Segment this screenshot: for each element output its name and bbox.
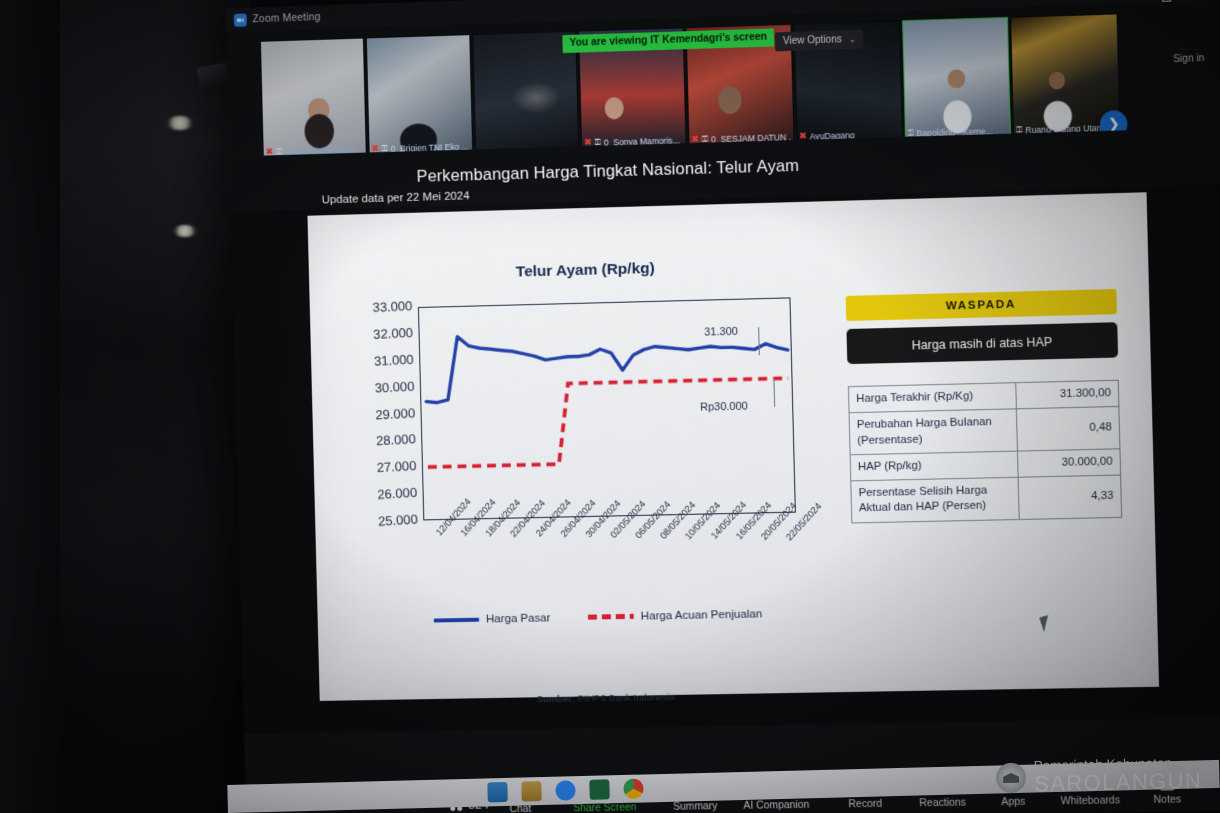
legend-label: Harga Pasar — [485, 611, 551, 626]
toolbar-label: Summary — [673, 801, 718, 813]
projected-screen: Zoom Meeting – ❐ ✕ ! Recording 📶 Custom … — [225, 0, 1220, 813]
video-person — [902, 17, 1011, 140]
harga-acuan-line — [426, 378, 791, 467]
y-axis-tick-label: 28.000 — [375, 431, 416, 449]
video-tile[interactable]: ✖ ⚿ 0_Brigjen TNI Eko ... — [365, 34, 473, 157]
y-axis-tick-label: 32.000 — [372, 324, 414, 342]
zoom-meeting-window: Zoom Meeting – ❐ ✕ ! Recording 📶 Custom … — [225, 0, 1220, 813]
window-title: Zoom Meeting — [252, 11, 321, 26]
harga-pasar-line — [425, 328, 789, 402]
taskbar-icon-zoom[interactable] — [555, 780, 576, 801]
presentation-slide: Telur Ayam (Rp/kg) 33.000 32.000 31.000 30.… — [307, 192, 1160, 705]
kpi-label: Perubahan Harga Bulanan (Persentase) — [849, 409, 1018, 455]
table-row: Perubahan Harga Bulanan (Persentase) 0,4… — [849, 406, 1120, 455]
watermark: Pemerintah Kabupaten SAROLANGUN — [995, 755, 1203, 796]
y-axis-tick-label: 27.000 — [375, 458, 417, 476]
toolbar-label: Record — [848, 798, 883, 811]
y-axis-tick-label: 26.000 — [376, 484, 418, 503]
video-tile-active-speaker[interactable]: ⚿ Bapolding - Keme... — [901, 16, 1012, 141]
zoom-camera-icon — [233, 13, 247, 27]
minimize-button[interactable]: – — [1137, 0, 1164, 1]
kpi-label: Harga Terakhir (Rp/Kg) — [848, 382, 1016, 413]
y-axis-labels: 33.000 32.000 31.000 30.000 29.000 28.000 27.0… — [327, 298, 418, 538]
view-options-button[interactable]: View Options ⌄ — [774, 29, 864, 52]
seal-building-shape — [1002, 771, 1020, 782]
legend-item-harga-acuan: Harga Acuan Penjualan — [588, 607, 763, 623]
kpi-value: 0,48 — [1015, 406, 1120, 451]
status-badge: WASPADA — [845, 288, 1118, 322]
slides-view-icon — [1161, 0, 1171, 2]
video-person — [366, 35, 472, 156]
kpi-value: 4,33 — [1017, 475, 1122, 520]
y-axis-tick-label: 29.000 — [374, 404, 416, 422]
y-axis-tick-label: 25.000 — [377, 511, 418, 529]
kpi-value: 31.300,00 — [1015, 380, 1119, 410]
y-axis-tick-label: 33.000 — [371, 298, 413, 315]
legend-swatch-solid-icon — [433, 617, 480, 623]
status-panel: WASPADA Harga masih di atas HAP Harga Te… — [845, 288, 1123, 523]
x-axis-labels: 12/04/2024 16/04/2024 18/04/2024 22/04/2024… — [423, 496, 823, 614]
status-message: Harga masih di atas HAP — [846, 322, 1119, 365]
video-tile[interactable]: ✖ ⚿ 0_Inti Pertiwi_Kem... — [259, 37, 367, 160]
chevron-down-icon: ⌄ — [848, 34, 856, 45]
chart-title: Telur Ayam (Rp/kg) — [515, 259, 655, 281]
ceiling-lamp-1 — [165, 116, 195, 130]
watermark-text: Pemerintah Kabupaten SAROLANGUN — [1033, 755, 1203, 796]
chart-source: Sumber: PIHPS Bank Indonesia — [536, 692, 675, 705]
kpi-label: Persentase Selisih Harga Aktual dan HAP … — [850, 477, 1019, 523]
kpi-label: HAP (Rp/kg) — [850, 450, 1018, 481]
annotation-harga-pasar: 31.300 — [704, 325, 739, 339]
taskbar-icon-excel[interactable] — [589, 779, 610, 800]
annotation-harga-acuan: Rp30.000 — [700, 400, 749, 414]
kpi-value: 30.000,00 — [1017, 448, 1121, 478]
government-seal-icon — [995, 761, 1027, 793]
watermark-line2: SAROLANGUN — [1033, 766, 1203, 796]
toolbar-label: Whiteboards — [1060, 795, 1121, 808]
kpi-table: Harga Terakhir (Rp/Kg) 31.300,00 Perubah… — [848, 380, 1122, 523]
video-person — [260, 38, 366, 159]
toolbar-label: AI Companion — [743, 799, 810, 812]
source-text: PIHPS Bank Indonesia — [577, 691, 675, 705]
y-axis-tick-label: 30.000 — [373, 378, 415, 396]
toolbar-label: Notes — [1153, 794, 1182, 806]
legend-label: Harga Acuan Penjualan — [640, 607, 763, 623]
toolbar-label: Apps — [1001, 796, 1026, 809]
legend-item-harga-pasar: Harga Pasar — [433, 611, 551, 626]
table-row: Persentase Selisih Harga Aktual dan HAP … — [850, 475, 1122, 523]
view-options-label: View Options — [782, 34, 843, 48]
room-pillar-left — [0, 0, 60, 813]
ceiling-lamp-2 — [172, 225, 198, 237]
source-prefix: Sumber: — [536, 693, 576, 706]
taskbar-icon-folder[interactable] — [521, 781, 542, 802]
taskbar-icon-explorer[interactable] — [487, 781, 508, 803]
taskbar-icon-chrome[interactable] — [623, 778, 644, 799]
mouse-cursor — [1039, 615, 1053, 633]
slide-content: Telur Ayam (Rp/kg) 33.000 32.000 31.000 30.… — [307, 192, 1159, 705]
legend-swatch-dashed-icon — [588, 614, 634, 620]
toolbar-label: Reactions — [919, 797, 967, 810]
y-axis-tick-label: 31.000 — [373, 351, 414, 369]
powerpoint-signin-button[interactable]: Sign in — [1173, 53, 1204, 65]
screenshot-root: Zoom Meeting – ❐ ✕ ! Recording 📶 Custom … — [0, 0, 1220, 813]
